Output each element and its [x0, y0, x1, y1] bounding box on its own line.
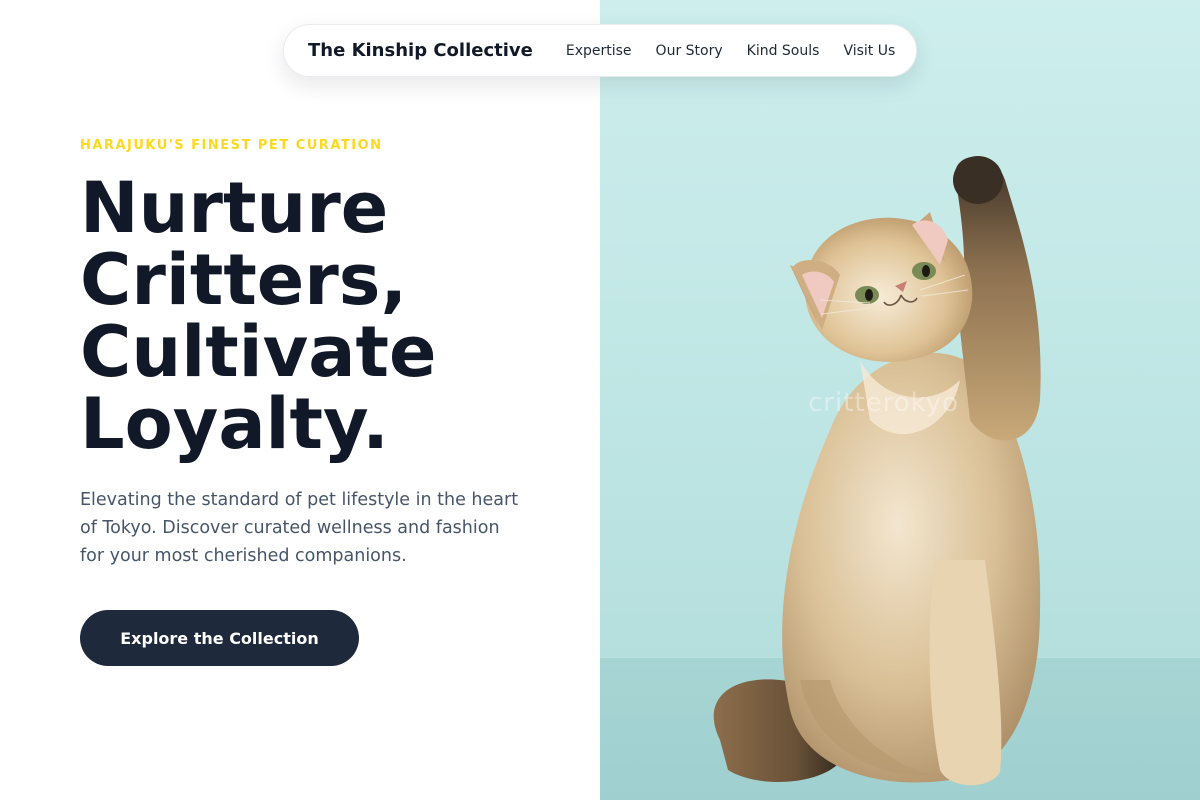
- hero-headline: Nurture Critters, Cultivate Loyalty.: [80, 172, 580, 460]
- image-watermark: critterokyo: [808, 388, 960, 418]
- nav-link-visit-us[interactable]: Visit Us: [843, 43, 895, 59]
- headline-line: Cultivate: [80, 311, 437, 393]
- headline-line: Nurture: [80, 167, 389, 249]
- nav-link-expertise[interactable]: Expertise: [566, 43, 632, 59]
- nav-links: Expertise Our Story Kind Souls Visit Us: [566, 43, 895, 59]
- explore-collection-button[interactable]: Explore the Collection: [80, 610, 359, 666]
- hero-text-panel: HARAJUKU'S FINEST PET CURATION Nurture C…: [0, 0, 600, 800]
- right-pupil: [922, 265, 930, 277]
- nav-link-our-story[interactable]: Our Story: [656, 43, 723, 59]
- headline-line: Critters,: [80, 239, 408, 321]
- hero-eyebrow: HARAJUKU'S FINEST PET CURATION: [80, 138, 383, 153]
- raised-paw: [953, 156, 1003, 204]
- hero-subtitle: Elevating the standard of pet lifestyle …: [80, 490, 519, 566]
- top-navbar: The Kinship Collective Expertise Our Sto…: [283, 24, 917, 77]
- headline-line: Loyalty.: [80, 383, 389, 465]
- nav-link-kind-souls[interactable]: Kind Souls: [747, 43, 820, 59]
- brand-logo[interactable]: The Kinship Collective: [308, 40, 533, 61]
- left-pupil: [865, 289, 873, 301]
